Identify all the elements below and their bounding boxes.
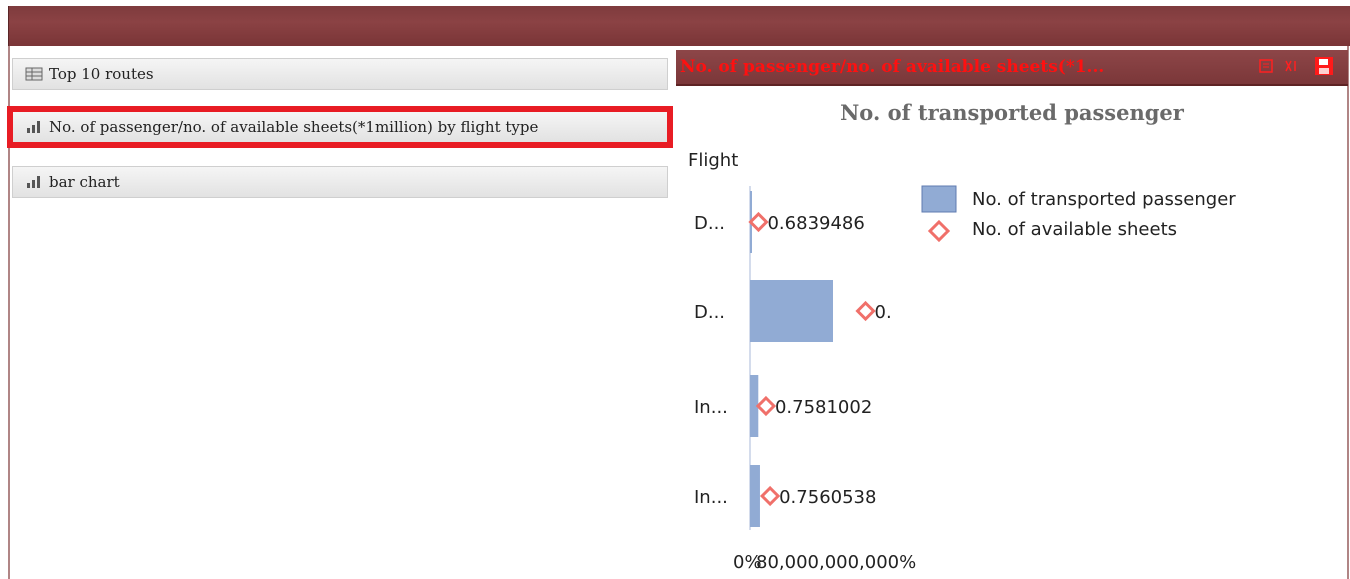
category-label: D... bbox=[694, 213, 725, 234]
save-icon[interactable] bbox=[1314, 56, 1334, 76]
nav-item-label: Top 10 routes bbox=[49, 65, 154, 83]
data-label: 0. bbox=[875, 302, 892, 323]
category-label: In... bbox=[694, 487, 728, 508]
bar bbox=[750, 280, 833, 342]
data-label: 0.7560538 bbox=[779, 487, 876, 508]
available-sheets-marker bbox=[759, 485, 781, 507]
legend-label-passenger: No. of transported passenger bbox=[972, 189, 1236, 210]
x-tick-label: 80,000,000,000% bbox=[756, 552, 916, 573]
bar-chart-icon bbox=[23, 174, 45, 190]
available-sheets-marker bbox=[748, 211, 769, 233]
data-label: 0.7581002 bbox=[775, 397, 872, 418]
available-sheets-marker bbox=[755, 395, 777, 417]
nav-item-label: No. of passenger/no. of available sheets… bbox=[49, 118, 539, 136]
nav-item-bar-chart[interactable]: bar chart bbox=[12, 166, 668, 198]
frame-border-right bbox=[1347, 46, 1349, 579]
bar bbox=[750, 191, 752, 253]
export-icon[interactable] bbox=[1256, 56, 1276, 76]
frame-border-left bbox=[8, 46, 10, 579]
legend-swatch-passenger bbox=[921, 185, 957, 213]
bar bbox=[750, 375, 759, 437]
x-tick-label: 0% bbox=[733, 552, 762, 573]
nav-item-passenger-by-flight-type[interactable]: No. of passenger/no. of available sheets… bbox=[7, 106, 673, 148]
legend-label-available-sheets: No. of available sheets bbox=[972, 219, 1177, 240]
excel-icon[interactable] bbox=[1282, 56, 1302, 76]
category-label: D... bbox=[694, 302, 725, 323]
nav-item-label: bar chart bbox=[49, 173, 120, 191]
app-header-bar bbox=[8, 6, 1350, 46]
chart-title: No. of transported passenger bbox=[840, 100, 1184, 125]
bar-chart-icon bbox=[23, 119, 45, 135]
available-sheets-marker bbox=[855, 300, 876, 322]
table-icon bbox=[23, 66, 45, 82]
bar bbox=[750, 465, 760, 527]
nav-item-top-10-routes[interactable]: Top 10 routes bbox=[12, 58, 668, 90]
y-axis-label: Flight bbox=[688, 150, 738, 171]
panel-title: No. of passenger/no. of available sheets… bbox=[680, 57, 1105, 77]
legend-swatch-available-sheets bbox=[927, 219, 951, 243]
data-label: 0.6839486 bbox=[767, 213, 864, 234]
chart-panel-header: No. of passenger/no. of available sheets… bbox=[676, 50, 1348, 86]
category-label: In... bbox=[694, 397, 728, 418]
